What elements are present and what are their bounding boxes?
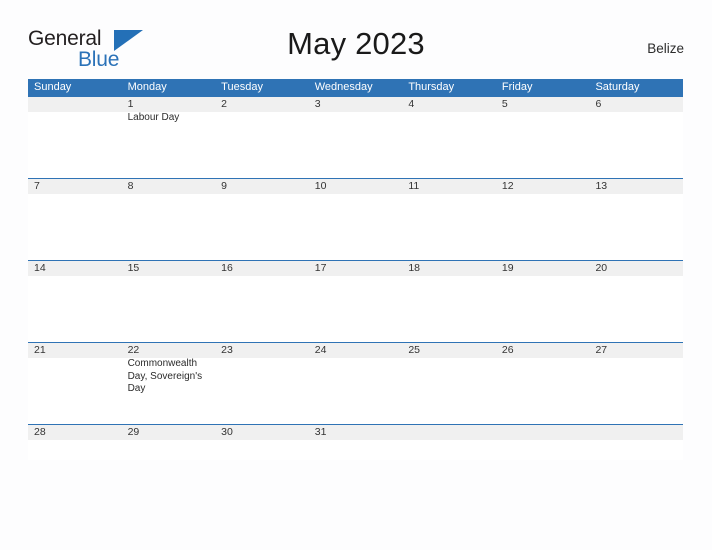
week-row: 28 29 30 31 bbox=[28, 424, 683, 460]
day-event bbox=[496, 194, 590, 260]
day-event bbox=[402, 276, 496, 342]
day-number[interactable]: 13 bbox=[589, 179, 683, 194]
day-event bbox=[589, 194, 683, 260]
day-number[interactable]: 6 bbox=[589, 97, 683, 112]
day-number-band: 1 2 3 4 5 6 bbox=[28, 96, 683, 112]
calendar-grid: Sunday Monday Tuesday Wednesday Thursday… bbox=[28, 79, 683, 460]
day-event bbox=[215, 358, 309, 424]
day-event bbox=[309, 112, 403, 178]
event-band bbox=[28, 440, 683, 460]
day-event bbox=[402, 194, 496, 260]
weekday-friday: Friday bbox=[501, 81, 533, 93]
day-event bbox=[589, 440, 683, 460]
day-event bbox=[28, 194, 122, 260]
day-event bbox=[28, 112, 122, 178]
week-row: 1 2 3 4 5 6 Labour Day bbox=[28, 96, 683, 178]
day-number[interactable]: 5 bbox=[496, 97, 590, 112]
day-event bbox=[309, 358, 403, 424]
day-number-band: 28 29 30 31 bbox=[28, 424, 683, 440]
day-number[interactable]: 10 bbox=[309, 179, 403, 194]
day-number[interactable]: 4 bbox=[402, 97, 496, 112]
day-event: Labour Day bbox=[127, 112, 180, 123]
event-band: Labour Day bbox=[28, 112, 683, 178]
weekday-monday: Monday bbox=[127, 81, 167, 93]
day-number[interactable]: 12 bbox=[496, 179, 590, 194]
day-number[interactable]: 15 bbox=[122, 261, 216, 276]
day-number[interactable]: 11 bbox=[402, 179, 496, 194]
week-row: 14 15 16 17 18 19 20 bbox=[28, 260, 683, 342]
day-number[interactable]: 3 bbox=[309, 97, 403, 112]
region-label: Belize bbox=[647, 41, 684, 56]
day-number[interactable]: 23 bbox=[215, 343, 309, 358]
day-event bbox=[309, 440, 403, 460]
day-event bbox=[402, 112, 496, 178]
day-number-band: 14 15 16 17 18 19 20 bbox=[28, 260, 683, 276]
day-number[interactable]: 24 bbox=[309, 343, 403, 358]
day-event bbox=[309, 194, 403, 260]
day-number[interactable]: 7 bbox=[28, 179, 122, 194]
day-event bbox=[28, 358, 122, 424]
day-number[interactable]: 14 bbox=[28, 261, 122, 276]
day-number-band: 7 8 9 10 11 12 13 bbox=[28, 178, 683, 194]
day-number[interactable]: 8 bbox=[122, 179, 216, 194]
day-number[interactable] bbox=[402, 425, 496, 440]
day-event bbox=[28, 276, 122, 342]
day-number[interactable] bbox=[589, 425, 683, 440]
day-event bbox=[402, 358, 496, 424]
day-event bbox=[215, 440, 309, 460]
weekday-saturday: Saturday bbox=[595, 81, 640, 93]
day-number[interactable] bbox=[28, 97, 122, 112]
day-event bbox=[215, 194, 309, 260]
day-number[interactable]: 16 bbox=[215, 261, 309, 276]
day-event bbox=[496, 440, 590, 460]
event-band bbox=[28, 276, 683, 342]
weekday-tuesday: Tuesday bbox=[221, 81, 263, 93]
weekday-wednesday: Wednesday bbox=[314, 81, 373, 93]
day-number[interactable]: 25 bbox=[402, 343, 496, 358]
page-title: May 2023 bbox=[287, 26, 425, 61]
day-number[interactable]: 20 bbox=[589, 261, 683, 276]
day-number[interactable]: 30 bbox=[215, 425, 309, 440]
day-number[interactable]: 27 bbox=[589, 343, 683, 358]
day-event bbox=[122, 440, 216, 460]
day-event bbox=[28, 440, 122, 460]
week-row: 21 22 23 24 25 26 27 Commonwealth Day, S… bbox=[28, 342, 683, 424]
day-number[interactable]: 21 bbox=[28, 343, 122, 358]
day-number[interactable]: 26 bbox=[496, 343, 590, 358]
day-event bbox=[122, 276, 216, 342]
day-event bbox=[589, 276, 683, 342]
day-event bbox=[215, 112, 309, 178]
day-event bbox=[589, 112, 683, 178]
day-number[interactable]: 17 bbox=[309, 261, 403, 276]
week-row: 7 8 9 10 11 12 13 bbox=[28, 178, 683, 260]
day-number[interactable]: 2 bbox=[215, 97, 309, 112]
day-event bbox=[496, 358, 590, 424]
day-number[interactable]: 19 bbox=[496, 261, 590, 276]
day-number[interactable]: 9 bbox=[215, 179, 309, 194]
day-event bbox=[496, 112, 590, 178]
day-number[interactable]: 22 bbox=[122, 343, 216, 358]
day-number-band: 21 22 23 24 25 26 27 bbox=[28, 342, 683, 358]
day-number[interactable] bbox=[496, 425, 590, 440]
day-event: Commonwealth Day, Sovereign's Day bbox=[127, 358, 203, 395]
day-event bbox=[309, 276, 403, 342]
weekday-sunday: Sunday bbox=[34, 81, 72, 93]
day-event bbox=[496, 276, 590, 342]
page-header: General Blue May 2023 Belize bbox=[28, 24, 684, 72]
day-event bbox=[402, 440, 496, 460]
day-event bbox=[589, 358, 683, 424]
day-number[interactable]: 18 bbox=[402, 261, 496, 276]
event-band bbox=[28, 194, 683, 260]
day-number[interactable]: 28 bbox=[28, 425, 122, 440]
calendar-page: General Blue May 2023 Belize Sunday Mond… bbox=[0, 0, 712, 550]
event-band: Commonwealth Day, Sovereign's Day bbox=[28, 358, 683, 424]
day-number[interactable]: 31 bbox=[309, 425, 403, 440]
day-event bbox=[215, 276, 309, 342]
weekday-header-row: Sunday Monday Tuesday Wednesday Thursday… bbox=[28, 79, 683, 96]
day-number[interactable]: 29 bbox=[122, 425, 216, 440]
weekday-thursday: Thursday bbox=[408, 81, 455, 93]
day-number[interactable]: 1 bbox=[122, 97, 216, 112]
day-event bbox=[122, 194, 216, 260]
